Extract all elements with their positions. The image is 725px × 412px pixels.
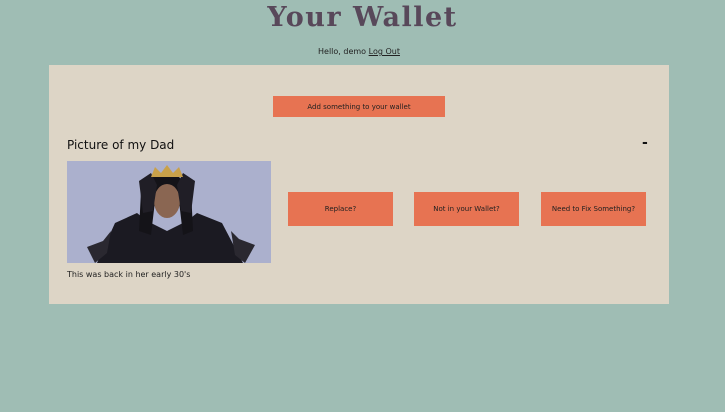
logout-link[interactable]: Log Out: [369, 47, 400, 56]
collapse-button[interactable]: -: [642, 135, 648, 151]
greeting-text: Hello, demo: [318, 47, 367, 56]
add-item-button[interactable]: Add something to your wallet: [273, 96, 445, 117]
item-caption: This was back in her early 30's: [67, 270, 191, 279]
replace-button[interactable]: Replace?: [288, 192, 393, 226]
greeting-line: Hello, demo Log Out: [0, 47, 718, 56]
fix-something-button[interactable]: Need to Fix Something?: [541, 192, 646, 226]
item-photo: [67, 161, 271, 263]
wallet-panel: Add something to your wallet Picture of …: [49, 65, 669, 304]
item-title: Picture of my Dad: [67, 138, 175, 152]
not-in-wallet-button[interactable]: Not in your Wallet?: [414, 192, 519, 226]
page-title: Your Wallet: [267, 2, 458, 33]
